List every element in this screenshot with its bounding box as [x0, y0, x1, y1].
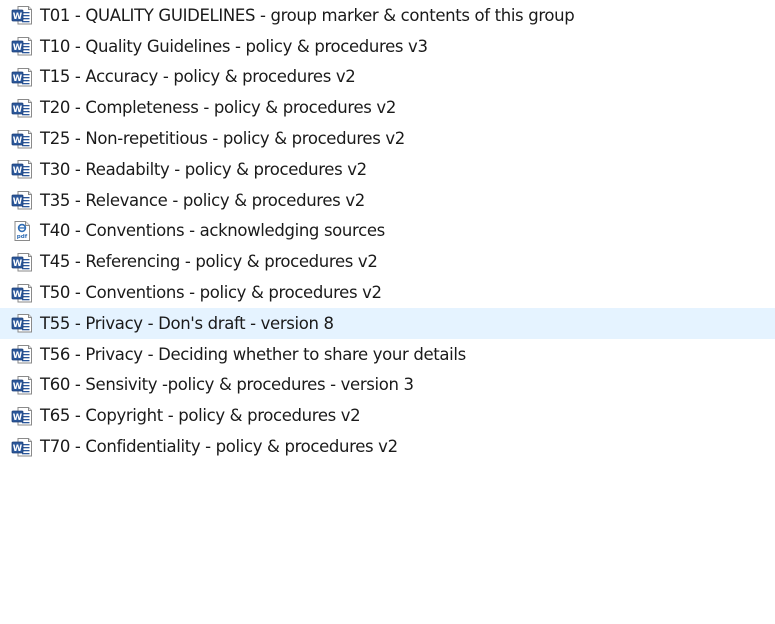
file-name-label: T55 - Privacy - Don's draft - version 8: [40, 313, 334, 333]
svg-text:pdf: pdf: [17, 234, 28, 240]
word-doc-icon: W: [11, 189, 33, 211]
file-list-item[interactable]: pdf T40 - Conventions - acknowledging so…: [0, 216, 775, 247]
file-list-item[interactable]: W T25 - Non-repetitious - policy & proce…: [0, 123, 775, 154]
file-name-label: T60 - Sensivity -policy & procedures - v…: [40, 375, 414, 395]
svg-text:W: W: [13, 413, 23, 423]
word-doc-icon: W: [11, 251, 33, 273]
word-doc-icon: W: [11, 282, 33, 304]
file-name-label: T50 - Conventions - policy & procedures …: [40, 283, 382, 303]
file-name-label: T40 - Conventions - acknowledging source…: [40, 221, 385, 241]
file-name-label: T20 - Completeness - policy & procedures…: [40, 98, 396, 118]
svg-text:W: W: [13, 259, 23, 269]
word-doc-icon: W: [11, 35, 33, 57]
file-list-item[interactable]: W T45 - Referencing - policy & procedure…: [0, 246, 775, 277]
file-list-item[interactable]: W T60 - Sensivity -policy & procedures -…: [0, 370, 775, 401]
file-list-item[interactable]: W T30 - Readabilty - policy & procedures…: [0, 154, 775, 185]
word-doc-icon: W: [11, 405, 33, 427]
file-name-label: T35 - Relevance - policy & procedures v2: [40, 190, 365, 210]
file-name-label: T45 - Referencing - policy & procedures …: [40, 252, 378, 272]
file-list-item[interactable]: W T01 - QUALITY GUIDELINES - group marke…: [0, 0, 775, 31]
file-name-label: T25 - Non-repetitious - policy & procedu…: [40, 129, 405, 149]
word-doc-icon: W: [11, 158, 33, 180]
word-doc-icon: W: [11, 343, 33, 365]
svg-text:W: W: [13, 443, 23, 453]
svg-text:W: W: [13, 105, 23, 115]
file-name-label: T10 - Quality Guidelines - policy & proc…: [40, 36, 428, 56]
word-doc-icon: W: [11, 436, 33, 458]
file-list-item[interactable]: W T55 - Privacy - Don's draft - version …: [0, 307, 775, 339]
word-doc-icon: W: [11, 97, 33, 119]
file-name-label: T30 - Readabilty - policy & procedures v…: [40, 159, 367, 179]
svg-text:W: W: [13, 12, 23, 22]
file-name-label: T15 - Accuracy - policy & procedures v2: [40, 67, 356, 87]
word-doc-icon: W: [11, 312, 33, 334]
file-list-item[interactable]: W T70 - Confidentiality - policy & proce…: [0, 431, 775, 462]
svg-text:W: W: [13, 197, 23, 207]
word-doc-icon: W: [11, 4, 33, 26]
word-doc-icon: W: [11, 66, 33, 88]
file-list-item[interactable]: W T65 - Copyright - policy & procedures …: [0, 400, 775, 431]
svg-text:W: W: [13, 135, 23, 145]
file-list-item[interactable]: W T10 - Quality Guidelines - policy & pr…: [0, 31, 775, 62]
file-list-item[interactable]: W T15 - Accuracy - policy & procedures v…: [0, 62, 775, 93]
file-name-label: T70 - Confidentiality - policy & procedu…: [40, 437, 398, 457]
file-list-item[interactable]: W T56 - Privacy - Deciding whether to sh…: [0, 339, 775, 370]
svg-text:W: W: [13, 289, 23, 299]
file-list: W T01 - QUALITY GUIDELINES - group marke…: [0, 0, 775, 462]
file-list-item[interactable]: W T20 - Completeness - policy & procedur…: [0, 92, 775, 123]
svg-text:W: W: [13, 382, 23, 392]
pdf-doc-icon: pdf: [11, 220, 33, 242]
svg-text:W: W: [13, 166, 23, 176]
file-name-label: T56 - Privacy - Deciding whether to shar…: [40, 344, 466, 364]
svg-text:W: W: [13, 43, 23, 53]
svg-text:W: W: [13, 74, 23, 84]
file-name-label: T01 - QUALITY GUIDELINES - group marker …: [40, 5, 575, 25]
file-list-item[interactable]: W T35 - Relevance - policy & procedures …: [0, 185, 775, 216]
file-name-label: T65 - Copyright - policy & procedures v2: [40, 406, 361, 426]
file-list-item[interactable]: W T50 - Conventions - policy & procedure…: [0, 277, 775, 308]
svg-text:W: W: [13, 320, 23, 330]
word-doc-icon: W: [11, 374, 33, 396]
svg-text:W: W: [13, 351, 23, 361]
word-doc-icon: W: [11, 128, 33, 150]
